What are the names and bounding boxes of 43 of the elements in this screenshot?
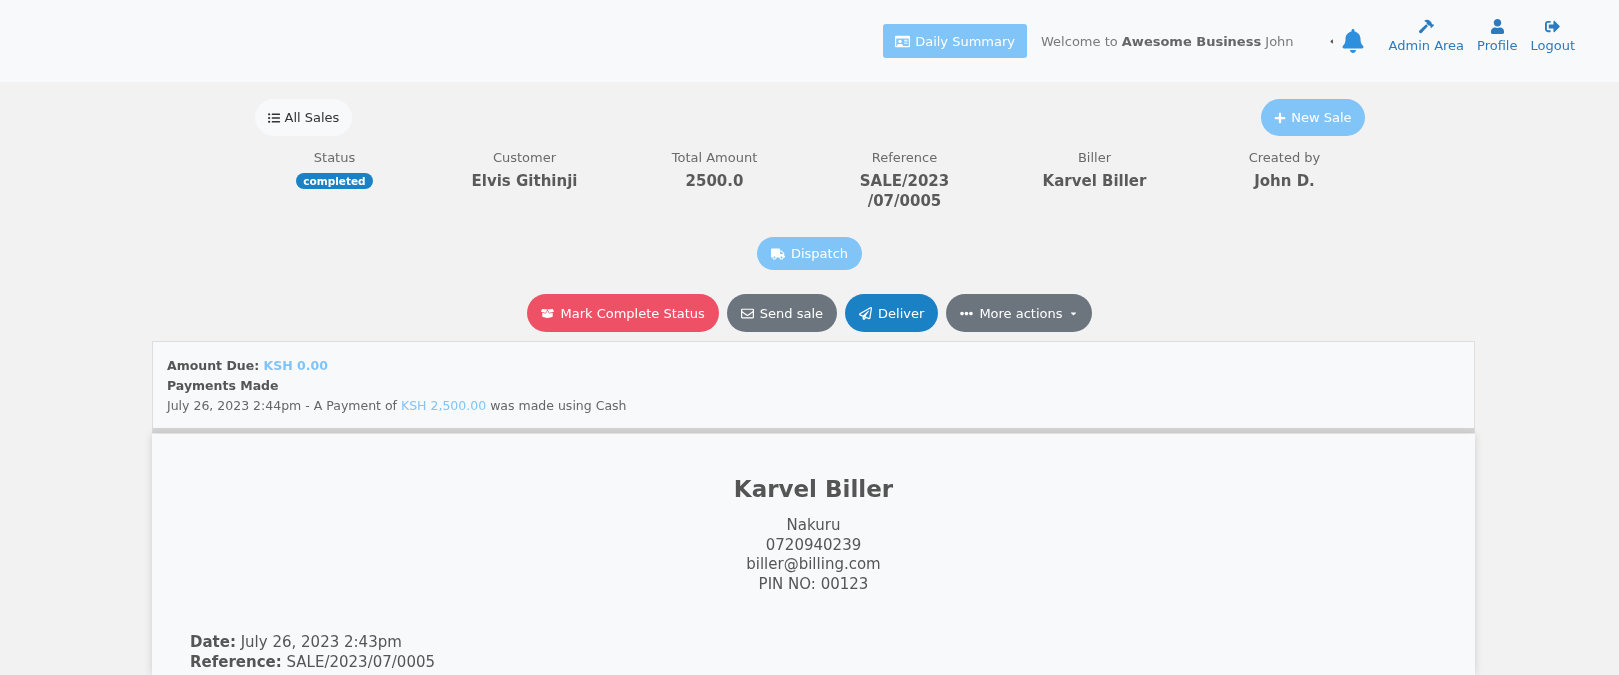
- nav-link[interactable]: Profile: [1477, 19, 1518, 53]
- deliver-button[interactable]: Deliver: [845, 294, 939, 332]
- invoice-detail: Reference: SALE/2023/07/0005: [190, 652, 436, 672]
- summary-value: SALE/2023 /07/0005: [859, 171, 950, 211]
- logout-icon: [1545, 19, 1561, 34]
- more-actions-button[interactable]: More actions: [946, 294, 1092, 332]
- summary-label: Biller: [1077, 150, 1112, 165]
- payment-entry-text: July 26, 2023 2:44pm - A Payment of KSH 2,500.00 was made using Cash: [167, 397, 628, 415]
- paper-plane-icon: [859, 306, 873, 320]
- address-line: PIN NO: 00123: [757, 574, 870, 594]
- nav-link[interactable]: Admin Area: [1388, 19, 1465, 53]
- summary-value: Karvel Biller: [1042, 171, 1147, 191]
- address-line: 0720940239: [764, 535, 863, 555]
- summary-label: Total Amount: [671, 150, 758, 165]
- address-line: Nakuru: [785, 516, 842, 536]
- summary-label: Status: [313, 150, 356, 165]
- amount-due-text: Amount Due: KSH 0.00: [167, 357, 329, 375]
- biller-name: Karvel Biller: [732, 475, 895, 504]
- box-icon: [541, 306, 555, 320]
- summary-value: 2500.0: [685, 171, 744, 191]
- hammer-icon: [1418, 19, 1434, 34]
- welcome-text: Welcome to Awesome Business John: [1041, 33, 1294, 49]
- notification-bell-icon[interactable]: [1340, 29, 1365, 53]
- truck-icon: [770, 246, 785, 261]
- summary-label: Created by: [1248, 150, 1321, 165]
- nav-link[interactable]: Logout: [1530, 19, 1575, 53]
- card-icon: [895, 33, 911, 49]
- plus-icon: [1274, 111, 1287, 124]
- status-badge: completed: [296, 173, 373, 189]
- envelope-icon: [740, 306, 754, 320]
- address-line: biller@billing.com: [745, 555, 882, 575]
- caret-icon: [1327, 37, 1335, 45]
- user-icon: [1489, 19, 1505, 34]
- summary-value: Elvis Githinji: [471, 171, 578, 191]
- summary-label: Reference: [871, 150, 938, 165]
- payments-title: Payments Made: [167, 377, 280, 395]
- invoice-detail: Date: July 26, 2023 2:43pm: [190, 632, 403, 652]
- all-sales-button[interactable]: All Sales: [254, 99, 353, 136]
- send-sale-button[interactable]: Send sale: [726, 294, 838, 332]
- summary-value: John D.: [1254, 171, 1315, 191]
- mark-complete-button[interactable]: Mark Complete Status: [527, 294, 719, 332]
- summary-label: Customer: [492, 150, 557, 165]
- list-icon: [267, 111, 280, 124]
